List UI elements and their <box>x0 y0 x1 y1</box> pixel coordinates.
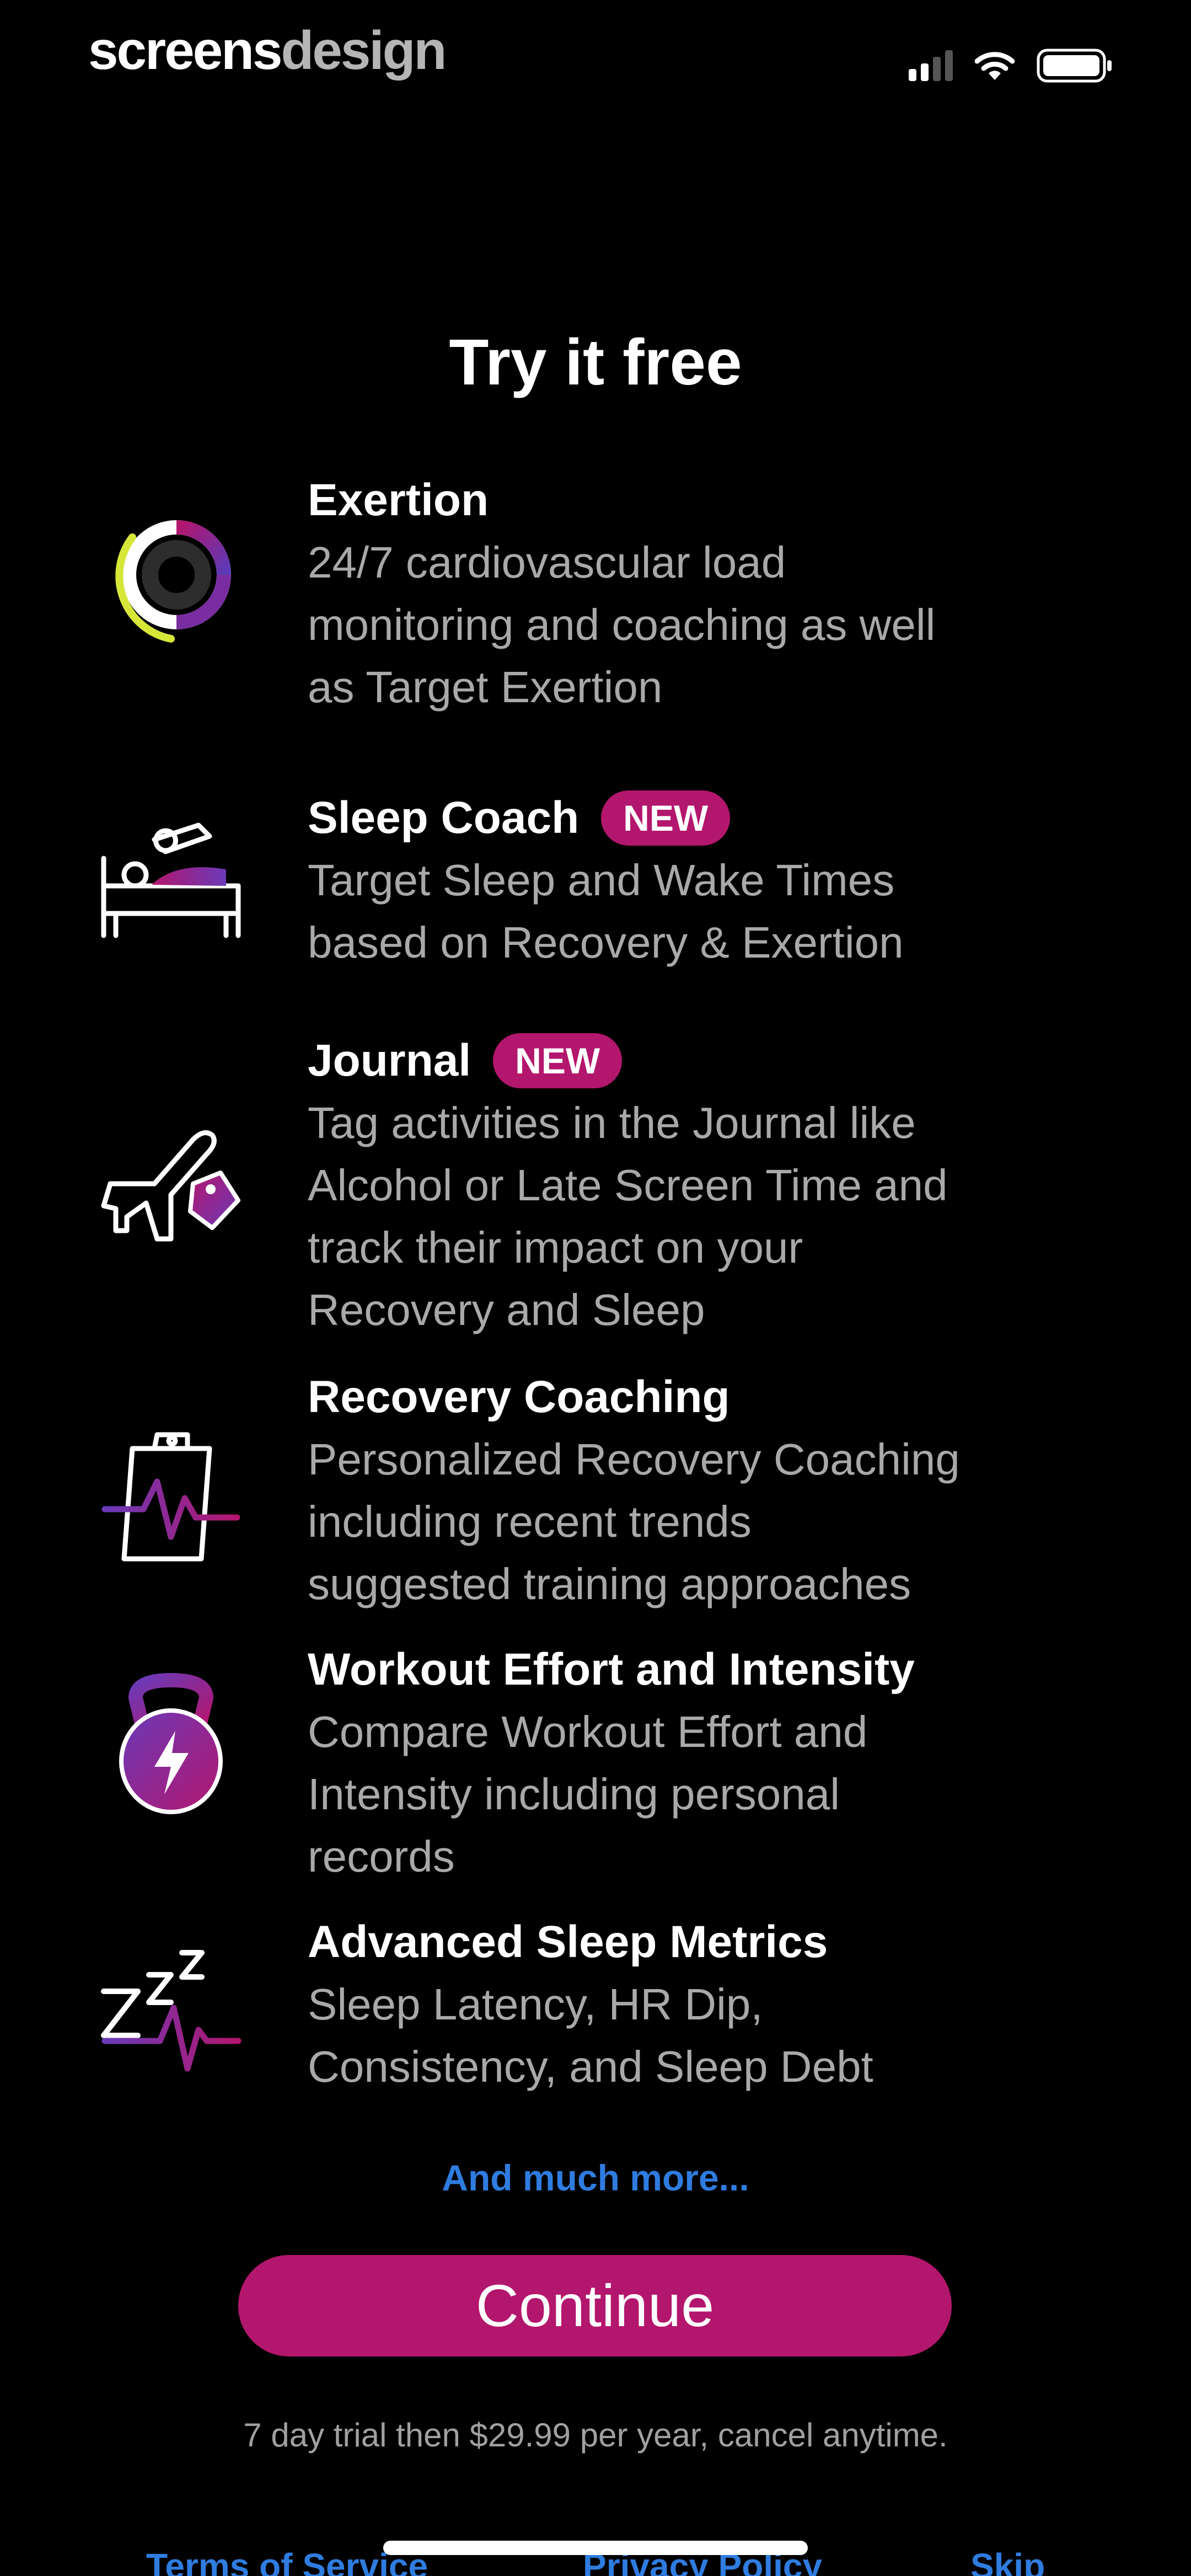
feature-title: Sleep Coach <box>308 793 580 843</box>
recovery-clipboard-icon <box>101 1432 240 1562</box>
status-bar <box>909 49 1114 83</box>
home-indicator[interactable] <box>383 2541 808 2555</box>
feature-description: Personalized Recovery Coaching including… <box>308 1435 960 1608</box>
cellular-signal-icon <box>909 50 953 81</box>
feature-description: Compare Workout Effort and Intensity inc… <box>308 1707 868 1881</box>
kettlebell-lightning-icon <box>119 1672 223 1814</box>
new-badge: NEW <box>601 790 731 846</box>
wifi-icon <box>975 52 1015 80</box>
and-much-more-link[interactable]: And much more... <box>0 2157 1191 2199</box>
new-badge: NEW <box>493 1033 623 1088</box>
skip-link[interactable]: Skip <box>970 2548 1045 2576</box>
feature-description: Target Sleep and Wake Times based on Rec… <box>308 856 904 967</box>
feature-title: Journal <box>308 1035 471 1086</box>
feature-title: Advanced Sleep Metrics <box>308 1917 828 1967</box>
feature-title: Workout Effort and Intensity <box>308 1644 915 1695</box>
brand-logo: screensdesign <box>88 23 447 77</box>
continue-button[interactable]: Continue <box>238 2255 952 2356</box>
feature-title: Recovery Coaching <box>308 1372 730 1422</box>
exertion-ring-icon <box>115 520 231 643</box>
feature-title: Exertion <box>308 475 489 525</box>
sleep-zzz-heartbeat-icon <box>101 1950 242 2072</box>
feature-description: 24/7 cardiovascular load monitoring and … <box>308 538 936 712</box>
brand-part-design: design <box>281 20 447 81</box>
journal-airplane-tag-icon <box>101 1130 240 1242</box>
trial-terms-text: 7 day trial then $29.99 per year, cancel… <box>243 2417 948 2454</box>
battery-icon <box>1037 49 1112 83</box>
page-title: Try it free <box>449 326 742 399</box>
sleep-coach-bed-icon <box>101 822 241 938</box>
feature-description: Sleep Latency, HR Dip, Consistency, and … <box>308 1980 873 2091</box>
brand-part-screens: screens <box>88 20 283 81</box>
feature-description: Tag activities in the Journal like Alcoh… <box>308 1098 948 1334</box>
